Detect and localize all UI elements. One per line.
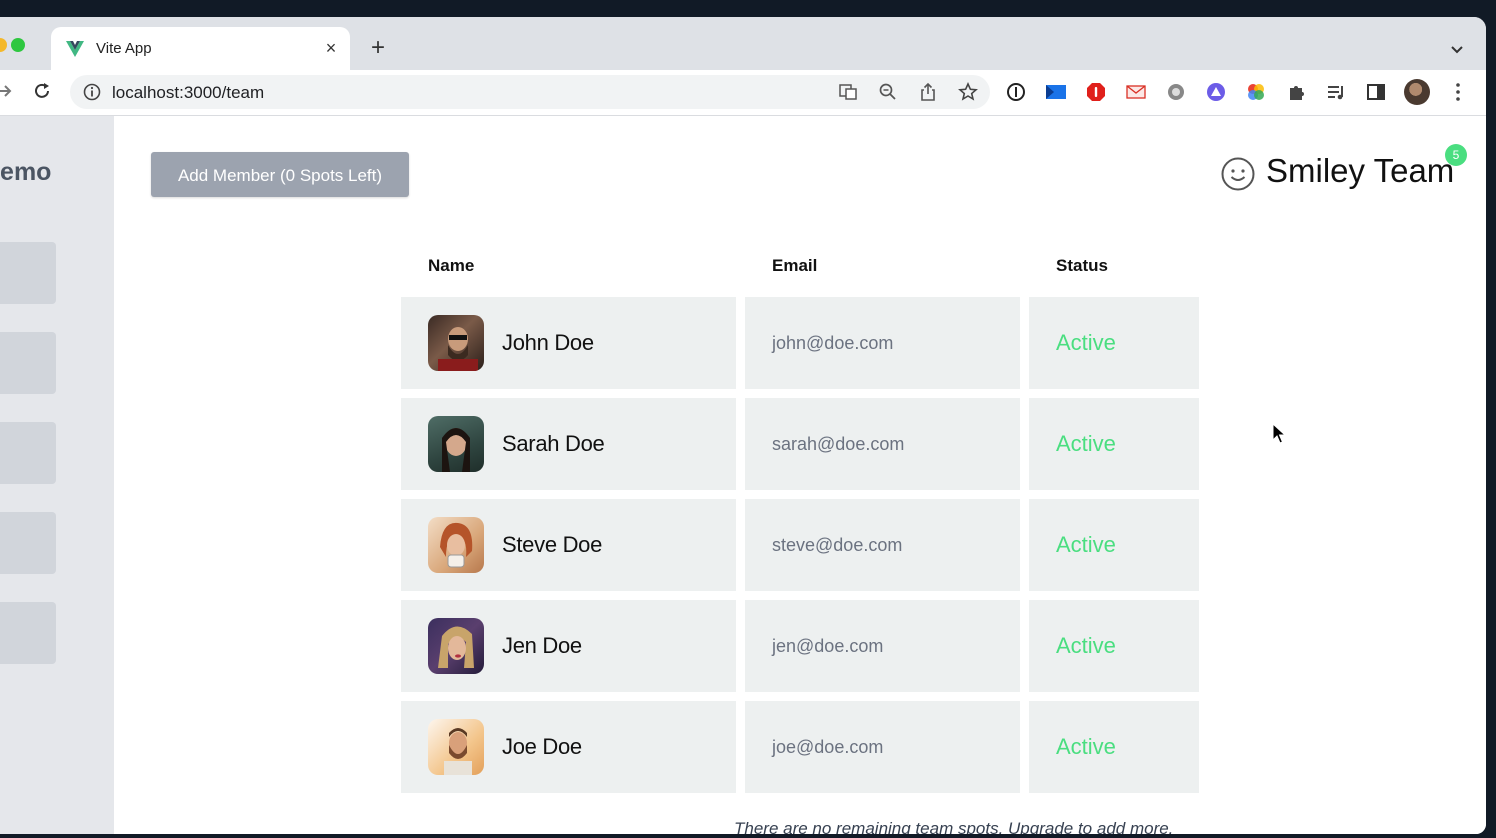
table-row-email-cell: steve@doe.com — [745, 499, 1020, 591]
extension-blue-icon[interactable] — [1044, 82, 1068, 102]
status-badge: Active — [1056, 734, 1116, 759]
table-row-email-cell: sarah@doe.com — [745, 398, 1020, 490]
table-row-name-cell: Joe Doe — [401, 701, 736, 793]
avatar — [428, 517, 484, 573]
table-row-status-cell: Active — [1029, 701, 1199, 793]
avatar — [428, 416, 484, 472]
sidebar-item[interactable] — [0, 422, 56, 484]
table-row-status-cell: Active — [1029, 297, 1199, 389]
password-manager-icon[interactable] — [1004, 82, 1028, 102]
avatar — [428, 719, 484, 775]
bookmark-star-icon[interactable] — [956, 82, 980, 102]
sidebar-item[interactable] — [0, 332, 56, 394]
color-wheel-icon[interactable] — [1244, 82, 1268, 102]
tab-title: Vite App — [96, 40, 152, 57]
more-menu-icon[interactable] — [1448, 81, 1468, 103]
browser-toolbar: localhost:3000/team — [0, 70, 1486, 116]
url-text[interactable]: localhost:3000/team — [112, 83, 264, 103]
column-header-email: Email — [772, 256, 818, 275]
smiley-face-icon — [1221, 157, 1255, 191]
table-row-email-cell: jen@doe.com — [745, 600, 1020, 692]
table-row-name-cell: Sarah Doe — [401, 398, 736, 490]
reload-icon[interactable] — [32, 81, 52, 101]
address-bar[interactable]: localhost:3000/team — [70, 75, 990, 109]
member-name: Sarah Doe — [502, 431, 605, 456]
share-icon[interactable] — [916, 82, 940, 102]
status-badge: Active — [1056, 532, 1116, 557]
team-name: Smiley Team — [1266, 152, 1455, 189]
member-email: john@doe.com — [772, 333, 894, 353]
translate-icon[interactable] — [836, 82, 860, 102]
tab-bar: Vite App × + — [0, 17, 1486, 70]
member-name: Steve Doe — [502, 532, 603, 557]
mouse-cursor-icon — [1272, 423, 1287, 444]
table-row-status-cell: Active — [1029, 600, 1199, 692]
forward-arrow-icon[interactable] — [0, 81, 14, 101]
upgrade-note: There are no remaining team spots. Upgra… — [734, 819, 1174, 834]
new-tab-button[interactable]: + — [366, 36, 390, 60]
sidebar: Demo — [0, 116, 114, 834]
column-header-status: Status — [1056, 256, 1108, 275]
table-row-name-cell: John Doe — [401, 297, 736, 389]
sidebar-item[interactable] — [0, 242, 56, 304]
film-extension-icon[interactable] — [1164, 82, 1188, 102]
sidebar-item[interactable] — [0, 602, 56, 664]
sidebar-title: Demo — [0, 158, 52, 186]
member-email: sarah@doe.com — [772, 434, 905, 454]
browser-window: Vite App × + localhost:3000/team emo Add… — [0, 17, 1486, 834]
profile-avatar[interactable] — [1404, 79, 1430, 105]
column-header-name: Name — [428, 256, 475, 275]
maximize-window-button[interactable] — [11, 38, 25, 52]
triangle-extension-icon[interactable] — [1204, 82, 1228, 102]
vue-logo-icon — [66, 41, 84, 57]
status-badge: Active — [1056, 330, 1116, 355]
member-email: joe@doe.com — [772, 737, 884, 757]
site-info-icon[interactable] — [83, 83, 101, 101]
zoom-out-icon[interactable] — [876, 82, 900, 102]
add-member-button[interactable]: Add Member (0 Spots Left) — [151, 152, 409, 197]
table-row-email-cell: john@doe.com — [745, 297, 1020, 389]
member-name: Jen Doe — [502, 633, 582, 658]
member-email: steve@doe.com — [772, 535, 903, 555]
adblock-icon[interactable] — [1084, 82, 1108, 102]
table-row-status-cell: Active — [1029, 398, 1199, 490]
notification-badge: 5 — [1445, 144, 1467, 166]
avatar — [428, 618, 484, 674]
table-row-name-cell: Steve Doe — [401, 499, 736, 591]
extensions-puzzle-icon[interactable] — [1284, 82, 1308, 102]
member-name: Joe Doe — [502, 734, 582, 759]
table-row-name-cell: Jen Doe — [401, 600, 736, 692]
table-row-email-cell: joe@doe.com — [745, 701, 1020, 793]
sidebar-item[interactable] — [0, 512, 56, 574]
avatar — [428, 315, 484, 371]
mail-extension-icon[interactable] — [1124, 82, 1148, 102]
member-name: John Doe — [502, 330, 594, 355]
media-queue-icon[interactable] — [1324, 82, 1348, 102]
status-badge: Active — [1056, 633, 1116, 658]
close-tab-icon[interactable]: × — [319, 36, 343, 60]
status-badge: Active — [1056, 431, 1116, 456]
tab-vite-app[interactable]: Vite App × — [51, 27, 350, 70]
side-panel-icon[interactable] — [1364, 82, 1388, 102]
team-page: Demo Add Member (0 Spots Left) Smiley Te… — [0, 116, 1486, 834]
minimize-window-button[interactable] — [0, 38, 7, 52]
member-email: jen@doe.com — [772, 636, 884, 656]
table-row-status-cell: Active — [1029, 499, 1199, 591]
chevron-down-icon[interactable] — [1446, 38, 1468, 60]
